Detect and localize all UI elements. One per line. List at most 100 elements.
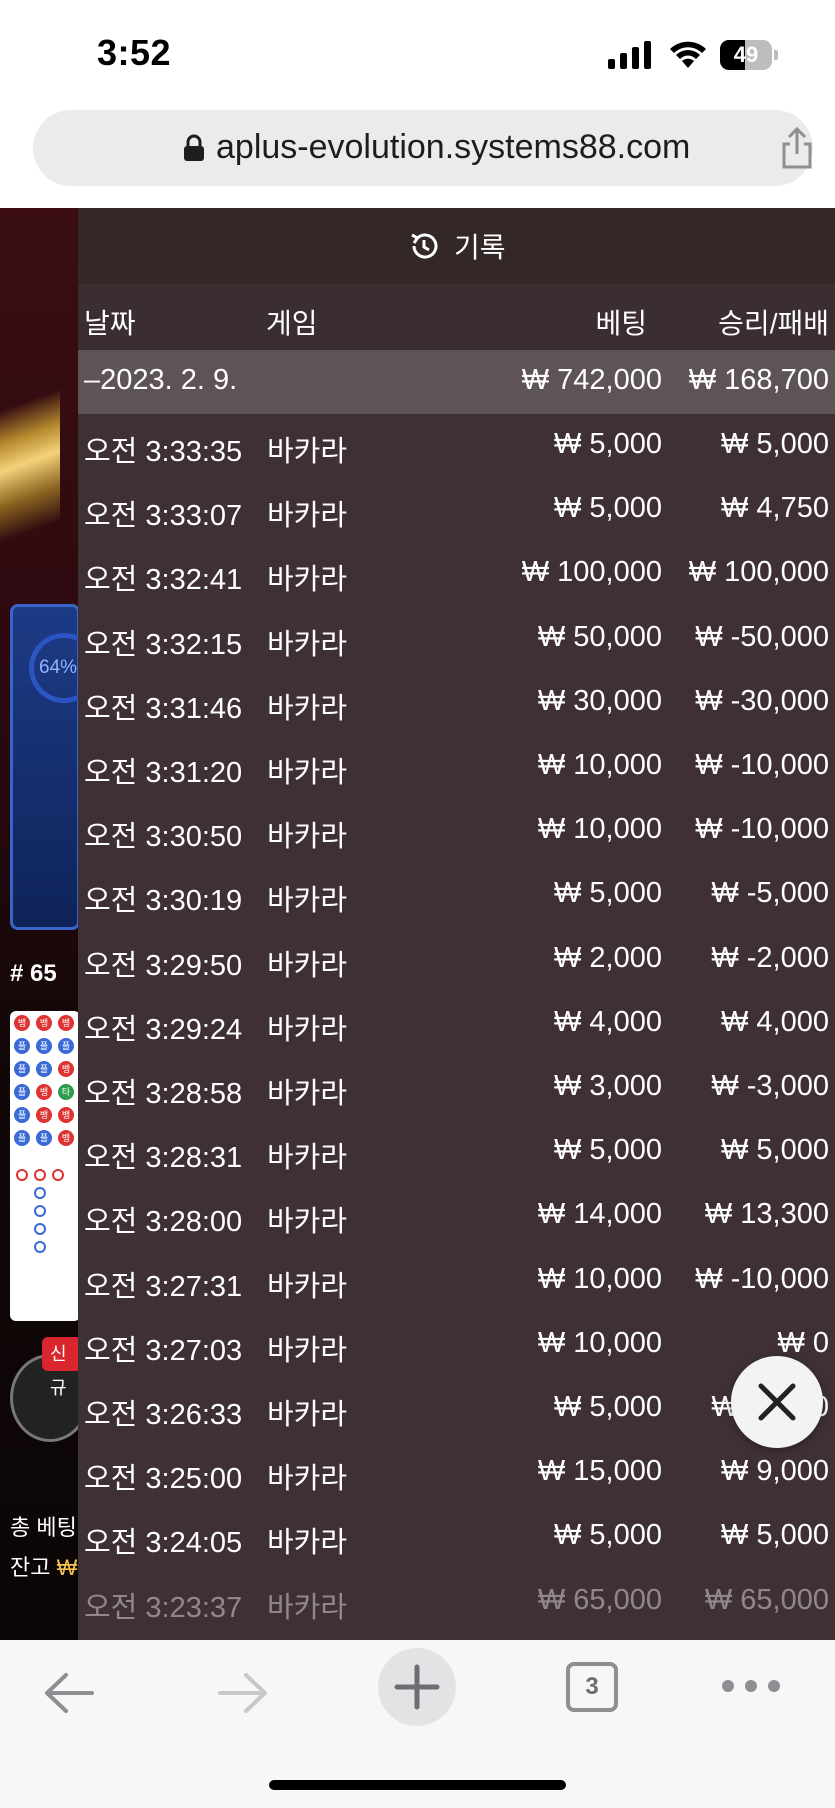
address-bar[interactable]: aplus-evolution.systems88.com	[33, 110, 813, 186]
history-row: 오전 3:33:35 바카라 ₩ 5,000 ₩ 5,000	[78, 414, 835, 478]
balance-label: 잔고	[10, 1555, 51, 1580]
history-row: 오전 3:27:31 바카라 ₩ 10,000 ₩ -10,000	[78, 1249, 835, 1313]
home-indicator	[269, 1780, 566, 1790]
history-row: 오전 3:27:03 바카라 ₩ 10,000 ₩ 0	[78, 1313, 835, 1377]
history-row: 오전 3:28:00 바카라 ₩ 14,000 ₩ 13,300	[78, 1184, 835, 1248]
stats-card[interactable]: 64%	[10, 604, 99, 930]
forward-icon[interactable]	[216, 1670, 270, 1716]
row-bet: ₩ 65,000	[537, 1583, 662, 1616]
battery-level: 49	[733, 42, 759, 67]
total-bet-label: 총 베팅	[10, 1515, 77, 1540]
close-icon	[758, 1383, 796, 1421]
history-row: 오전 3:32:41 바카라 ₩ 100,000 ₩ 100,000	[78, 542, 835, 606]
row-game: 바카라	[267, 500, 348, 533]
row-game: 바카라	[267, 1399, 348, 1431]
row-time: 오전 3:25:00	[84, 1463, 243, 1496]
row-time: 오전 3:27:03	[84, 1334, 243, 1367]
history-row: 오전 3:28:58 바카라 ₩ 3,000 ₩ -3,000	[78, 1056, 835, 1120]
row-bet: ₩ 5,000	[554, 492, 662, 525]
row-bet: ₩ 3,000	[554, 1070, 662, 1102]
history-row: 오전 3:30:19 바카라 ₩ 5,000 ₩ -5,000	[78, 863, 835, 927]
row-time: 오전 3:28:00	[84, 1206, 243, 1239]
row-time: 오전 3:28:58	[84, 1078, 243, 1110]
history-row: 오전 3:26:33바카라₩ 5,000₩ -5,000	[78, 1377, 835, 1441]
row-bet: ₩ 5,000	[554, 1391, 662, 1423]
row-game: 바카라	[267, 1078, 348, 1110]
row-win-loss: ₩ -3,000	[711, 1070, 829, 1102]
history-row: 오전 3:23:37 바카라 ₩ 65,000 ₩ 65,000	[78, 1570, 835, 1634]
row-game: 바카라	[267, 628, 348, 661]
row-game: 바카라	[267, 1591, 348, 1624]
row-game: 바카라	[267, 1013, 348, 1046]
column-bet: 베팅	[595, 308, 647, 339]
round-number: # 65	[10, 960, 57, 987]
row-win-loss: ₩ -10,000	[695, 749, 829, 781]
row-win-loss: ₩ 5,000	[721, 428, 829, 460]
row-time: 오전 3:31:46	[84, 692, 243, 725]
column-game: 게임	[266, 308, 318, 339]
row-win-loss: ₩ -2,000	[711, 941, 829, 974]
roadmap-board[interactable]: 뱅 뱅 뱅 플 플 플 플 플 뱅 플 뱅 타 플 뱅 뱅 플 플 뱅	[10, 1011, 80, 1321]
row-game: 바카라	[267, 821, 348, 854]
more-icon[interactable]	[720, 1678, 782, 1694]
row-win-loss: ₩ 13,300	[704, 1198, 829, 1231]
history-header: 기록	[78, 208, 835, 284]
row-game: 바카라	[267, 949, 348, 982]
row-time: 오전 3:30:19	[84, 885, 243, 918]
row-win-loss: ₩ 0	[777, 1326, 829, 1359]
row-bet: ₩ 10,000	[537, 813, 662, 846]
row-win-loss: ₩ 9,000	[721, 1455, 829, 1488]
row-time: 오전 3:23:37	[84, 1591, 243, 1624]
history-row: 오전 3:33:07 바카라 ₩ 5,000 ₩ 4,750	[78, 478, 835, 542]
row-bet: ₩ 30,000	[537, 684, 662, 717]
row-game: 바카라	[267, 436, 348, 468]
row-game: 바카라	[267, 692, 348, 725]
row-bet: ₩ 2,000	[554, 941, 662, 974]
tabs-button[interactable]: 3	[566, 1662, 618, 1712]
row-time: 오전 3:29:24	[84, 1013, 243, 1046]
new-badge: 신규	[42, 1337, 82, 1398]
row-game: 바카라	[267, 1142, 348, 1175]
back-icon[interactable]	[42, 1670, 96, 1716]
row-game: 바카라	[267, 1527, 348, 1560]
row-time: 오전 3:30:50	[84, 821, 243, 854]
history-row: 오전 3:31:46 바카라 ₩ 30,000 ₩ -30,000	[78, 671, 835, 735]
url-text: aplus-evolution.systems88.com	[216, 128, 691, 166]
row-win-loss: ₩ -10,000	[695, 1262, 829, 1295]
status-bar: 3:52 49	[0, 0, 835, 100]
row-bet: ₩ 100,000	[521, 556, 662, 589]
row-win-loss: ₩ 100,000	[688, 556, 829, 589]
new-tab-button[interactable]	[378, 1648, 456, 1726]
row-time: 오전 3:33:07	[84, 500, 243, 533]
battery-icon: 49	[720, 40, 778, 70]
row-game: 바카라	[267, 885, 348, 918]
history-panel: 기록 날짜 게임 베팅 승리/패배 –2023. 2. 9. ₩ 742,000…	[78, 208, 835, 1640]
history-row: 오전 3:31:20 바카라 ₩ 10,000 ₩ -10,000	[78, 735, 835, 799]
share-icon[interactable]	[778, 126, 816, 170]
row-game: 바카라	[267, 1270, 348, 1303]
row-bet: ₩ 10,000	[537, 749, 662, 781]
wifi-icon	[670, 41, 706, 68]
row-win-loss: ₩ 5,000	[721, 1134, 829, 1167]
row-game: 바카라	[267, 1206, 348, 1239]
row-time: 오전 3:27:31	[84, 1270, 243, 1303]
row-time: 오전 3:26:33	[84, 1399, 243, 1431]
row-bet: ₩ 10,000	[537, 1326, 662, 1359]
row-bet: ₩ 5,000	[554, 1134, 662, 1167]
row-bet: ₩ 50,000	[537, 620, 662, 653]
column-date: 날짜	[84, 308, 136, 339]
date-group-win-loss: ₩ 168,700	[688, 364, 829, 396]
date-group-row[interactable]: –2023. 2. 9. ₩ 742,000 ₩ 168,700	[78, 350, 835, 414]
row-time: 오전 3:32:15	[84, 628, 243, 661]
history-row: 오전 3:32:15 바카라 ₩ 50,000 ₩ -50,000	[78, 607, 835, 671]
clock: 3:52	[97, 32, 172, 73]
row-win-loss: ₩ -30,000	[695, 684, 829, 717]
row-bet: ₩ 14,000	[537, 1198, 662, 1231]
cellular-signal-icon	[608, 41, 651, 69]
history-row: 오전 3:28:31 바카라 ₩ 5,000 ₩ 5,000	[78, 1120, 835, 1184]
close-button[interactable]	[731, 1356, 823, 1448]
row-time: 오전 3:24:05	[84, 1527, 243, 1560]
history-title: 기록	[454, 232, 506, 263]
row-bet: ₩ 5,000	[554, 877, 662, 910]
history-row: 오전 3:29:50 바카라 ₩ 2,000 ₩ -2,000	[78, 928, 835, 992]
